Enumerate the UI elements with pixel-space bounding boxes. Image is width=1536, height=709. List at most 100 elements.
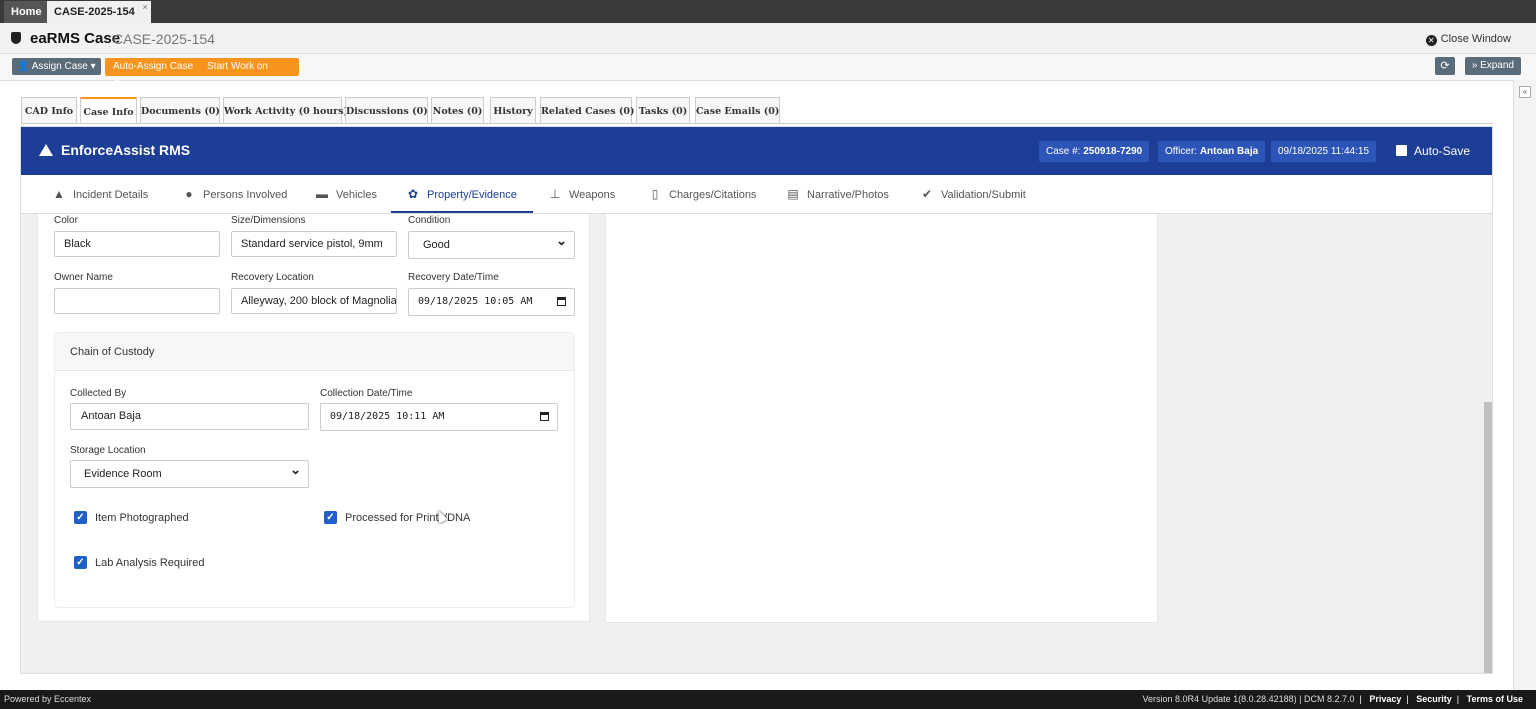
collection-datetime-label: Collection Date/Time — [320, 388, 413, 399]
case-number-label: Case #: — [1046, 146, 1081, 157]
empty-side-card — [605, 214, 1158, 623]
tab-tasks[interactable]: Tasks (0) — [636, 97, 690, 124]
collected-by-field[interactable]: Antoan Baja — [70, 403, 309, 430]
powered-by: Powered by Eccentex — [4, 694, 92, 704]
condition-select[interactable]: Good — [408, 231, 575, 259]
action-toolbar: 👤 Assign Case ▾ Auto-Assign Case Start Wo… — [0, 54, 1536, 90]
chain-of-custody-title: Chain of Custody — [70, 346, 155, 358]
tab-home[interactable]: Home — [4, 1, 49, 23]
tab-cad-info[interactable]: CAD Info — [21, 97, 77, 124]
nav-persons-involved[interactable]: ● Persons Involved — [183, 175, 287, 213]
document-icon: ▯ — [651, 187, 659, 201]
tab-work-activity[interactable]: Work Activity (0 hours) — [223, 97, 348, 124]
chain-of-custody-panel: Chain of Custody Collected By Antoan Baj… — [54, 332, 575, 608]
recovery-datetime-field[interactable]: 09/18/2025 10:05 AM — [408, 288, 575, 316]
item-photographed-label: Item Photographed — [95, 512, 189, 524]
rms-logo-text: EnforceAssist RMS — [61, 142, 191, 158]
tab-history[interactable]: History — [490, 97, 536, 124]
color-field[interactable]: Black — [54, 231, 220, 257]
orange-actions: Auto-Assign Case Start Work on Case — [105, 58, 299, 90]
recovery-location-field[interactable]: Alleyway, 200 block of Magnolia — [231, 288, 397, 314]
expand-label: Expand — [1480, 60, 1514, 71]
calendar-icon[interactable] — [540, 412, 549, 421]
size-field[interactable]: Standard service pistol, 9mm — [231, 231, 397, 257]
nav-label: Property/Evidence — [427, 189, 517, 201]
rms-scrollbar[interactable] — [1484, 214, 1492, 673]
owner-label: Owner Name — [54, 272, 113, 283]
autosave-indicator[interactable]: Auto-Save — [1396, 144, 1470, 158]
terms-link[interactable]: Terms of Use — [1467, 694, 1523, 704]
rms-header: EnforceAssist RMS Case #: 250918-7290 Of… — [21, 127, 1492, 175]
gear-icon: ✿ — [407, 187, 419, 201]
collection-datetime-field[interactable]: 09/18/2025 10:11 AM — [320, 403, 558, 431]
title-bar: eaRMS Case CASE-2025-154 ✕ Close Window — [0, 23, 1536, 54]
tab-documents[interactable]: Documents (0) — [140, 97, 220, 124]
user-icon: 👤 — [17, 61, 30, 72]
lab-analysis-checkbox[interactable]: ✓ — [74, 556, 87, 569]
officer-label: Officer: — [1165, 146, 1198, 157]
tab-case-label: CASE-2025-154 — [54, 6, 135, 18]
tab-related-cases[interactable]: Related Cases (0) — [540, 97, 634, 124]
nav-property-evidence[interactable]: ✿ Property/Evidence — [391, 175, 533, 213]
car-icon: ▬ — [316, 187, 328, 201]
nav-weapons[interactable]: ⊥ Weapons — [549, 175, 616, 213]
footer: Powered by Eccentex Version 8.0R4 Update… — [0, 690, 1536, 709]
weapon-icon: ⊥ — [549, 187, 561, 201]
item-photographed-checkbox[interactable]: ✓ — [74, 511, 87, 524]
shield-icon — [11, 32, 21, 44]
scrollbar-thumb[interactable] — [1484, 402, 1492, 673]
close-circle-icon: ✕ — [1425, 35, 1437, 46]
chevron-down-icon: » — [1471, 60, 1478, 71]
condition-label: Condition — [408, 215, 451, 226]
recovery-datetime-label: Recovery Date/Time — [408, 272, 499, 283]
auto-assign-button[interactable]: Auto-Assign Case — [113, 61, 193, 72]
rms-section-nav: ▲ Incident Details ● Persons Involved ▬ Veh… — [21, 175, 1492, 214]
security-link[interactable]: Security — [1416, 694, 1452, 704]
nav-narrative-photos[interactable]: ▤ Narrative/Photos — [787, 175, 889, 213]
privacy-link[interactable]: Privacy — [1369, 694, 1401, 704]
nav-label: Vehicles — [336, 189, 377, 201]
chain-of-custody-header: Chain of Custody — [55, 333, 574, 371]
save-icon — [1396, 145, 1407, 156]
footer-links: Version 8.0R4 Update 1(8.0.28.42188) | D… — [1142, 694, 1523, 704]
expand-button[interactable]: » Expand — [1464, 57, 1521, 75]
tab-case-info[interactable]: Case Info — [80, 97, 137, 124]
color-label: Color — [54, 215, 78, 226]
autosave-label: Auto-Save — [1414, 144, 1471, 158]
nav-incident-details[interactable]: ▲ Incident Details — [53, 175, 148, 213]
tab-case[interactable]: CASE-2025-154 × — [47, 1, 151, 23]
nav-label: Weapons — [569, 189, 616, 201]
rms-frame: EnforceAssist RMS Case #: 250918-7290 Of… — [20, 126, 1493, 674]
recovery-location-label: Recovery Location — [231, 272, 314, 283]
nav-label: Persons Involved — [203, 189, 288, 201]
lab-analysis-label: Lab Analysis Required — [95, 557, 205, 569]
refresh-icon[interactable]: ⟳ — [1435, 57, 1455, 75]
app-title: eaRMS Case — [30, 30, 121, 47]
assign-case-button[interactable]: 👤 Assign Case ▾ — [12, 58, 101, 75]
officer-name: Antoan Baja — [1199, 146, 1259, 157]
calendar-icon[interactable] — [557, 297, 566, 306]
close-tab-icon[interactable]: × — [142, 0, 147, 18]
nav-label: Charges/Citations — [669, 189, 757, 201]
warning-icon: ▲ — [53, 187, 65, 201]
person-icon: ● — [185, 187, 193, 201]
nav-charges-citations[interactable]: ▯ Charges/Citations — [649, 175, 757, 213]
property-form-card: Color Black Size/Dimensions Standard ser… — [37, 214, 590, 622]
tab-discussions[interactable]: Discussions (0) — [345, 97, 428, 124]
processed-prints-checkbox[interactable]: ✓ — [324, 511, 337, 524]
assign-case-label: Assign Case ▾ — [31, 61, 96, 72]
processed-prints-label: Processed for Prints/DNA — [345, 512, 471, 524]
nav-label: Incident Details — [73, 189, 149, 201]
storage-location-select[interactable]: Evidence Room — [70, 460, 309, 488]
nav-vehicles[interactable]: ▬ Vehicles — [316, 175, 377, 213]
close-window-button[interactable]: ✕ Close Window — [1425, 33, 1511, 46]
tab-case-emails[interactable]: Case Emails (0) — [695, 97, 780, 124]
rms-logo: EnforceAssist RMS — [39, 142, 190, 158]
datetime-badge: 09/18/2025 11:44:15 — [1271, 141, 1377, 162]
owner-field[interactable] — [54, 288, 220, 314]
collected-by-label: Collected By — [70, 388, 127, 399]
collapse-icon[interactable]: « — [1519, 86, 1531, 98]
check-circle-icon: ✔ — [921, 187, 933, 201]
tab-notes[interactable]: Notes (0) — [431, 97, 484, 124]
nav-validation-submit[interactable]: ✔ Validation/Submit — [921, 175, 1026, 213]
